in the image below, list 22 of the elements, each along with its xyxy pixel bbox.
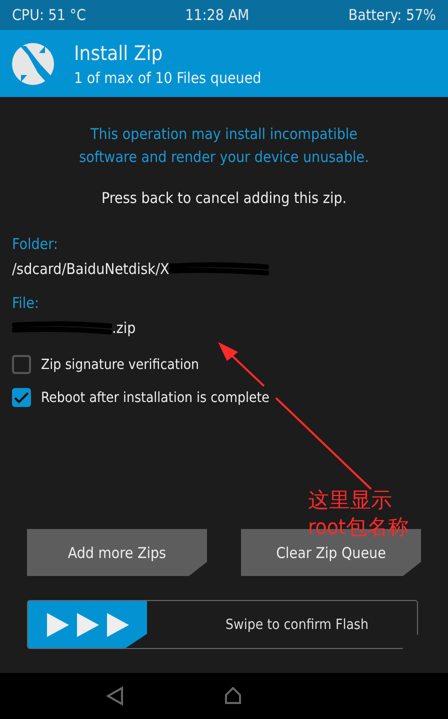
swipe-slider[interactable]: Swipe to confirm Flash [27, 600, 418, 649]
cancel-hint: Press back to cancel adding this zip. [101, 189, 347, 207]
battery-level: Battery: 57% [348, 6, 436, 24]
action-button[interactable]: Add more Zips [27, 529, 207, 576]
checkbox[interactable] [12, 388, 31, 407]
logo-icon [12, 42, 54, 84]
path-value: .zip [112, 319, 136, 337]
home-icon[interactable] [224, 687, 242, 705]
field-label: File: [12, 294, 40, 312]
warning-message: This operation may install incompatible software and render your device unusable. [79, 124, 369, 168]
checkbox[interactable] [12, 355, 31, 374]
path-value: /sdcard/BaiduNetdisk/X [12, 260, 170, 278]
swipe-handle[interactable] [28, 601, 147, 648]
cpu-temperature: CPU: 51 °C [12, 6, 86, 24]
option-label: Zip signature verification [41, 356, 200, 372]
clock: 11:28 AM [185, 6, 250, 24]
queue-status: 1 of max of 10 Files queued [74, 68, 262, 86]
field-label: Folder: [12, 235, 59, 253]
back-icon[interactable] [106, 686, 124, 706]
option-label: Reboot after installation is complete [41, 390, 270, 406]
swipe-label: Swipe to confirm Flash [224, 616, 370, 632]
screen-title: Install Zip [74, 40, 164, 64]
